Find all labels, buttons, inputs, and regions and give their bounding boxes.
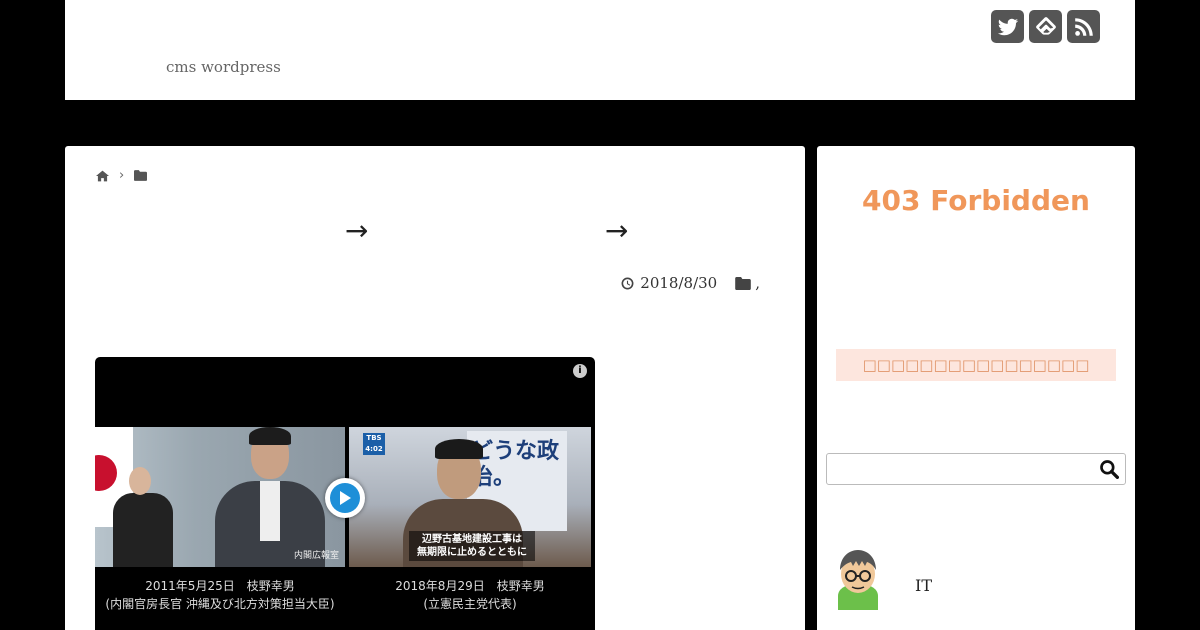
folder-icon[interactable] bbox=[134, 170, 148, 181]
breadcrumb-separator: › bbox=[119, 168, 125, 183]
video-caption-left: 2011年5月25日 枝野幸男 (内閣官房長官 沖縄及び北方対策担当大臣) bbox=[105, 579, 335, 611]
post-title: → → bbox=[95, 214, 775, 254]
home-icon[interactable] bbox=[96, 170, 109, 182]
video-frame-left: 内閣広報室 bbox=[95, 427, 345, 567]
profile-name: IT bbox=[915, 576, 932, 595]
notice-box: □□□□□□□□□□□□□□□□ bbox=[836, 349, 1116, 381]
site-tagline: cms wordpress bbox=[166, 58, 281, 76]
post-category[interactable]: , bbox=[735, 274, 760, 292]
person-image bbox=[107, 463, 177, 567]
sns-buttons bbox=[991, 10, 1100, 43]
video-frame-right: TBS 4:02 どうな政治。 辺野古基地建設工事は 無期限に止めるとともに bbox=[349, 427, 591, 567]
title-arrow: → bbox=[345, 214, 369, 247]
video-watermark: 内閣広報室 bbox=[293, 551, 339, 561]
feedly-icon bbox=[1035, 16, 1056, 35]
rss-icon bbox=[1074, 17, 1093, 36]
twitter-icon bbox=[997, 18, 1018, 35]
avatar bbox=[838, 550, 878, 610]
search-input[interactable] bbox=[833, 458, 1093, 480]
breadcrumb: › bbox=[96, 168, 148, 183]
post-date: 2018/8/30 bbox=[640, 274, 718, 292]
play-icon bbox=[340, 491, 351, 505]
search-icon[interactable] bbox=[1099, 459, 1119, 479]
rss-button[interactable] bbox=[1067, 10, 1100, 43]
person-hair bbox=[435, 439, 483, 459]
tbs-logo: TBS 4:02 bbox=[363, 433, 385, 455]
error-title: 403 Forbidden bbox=[862, 184, 1090, 217]
folder-icon bbox=[735, 276, 752, 290]
search-form bbox=[826, 453, 1126, 485]
twitter-button[interactable] bbox=[991, 10, 1024, 43]
person-image bbox=[215, 427, 325, 567]
video-caption-right: 2018年8月29日 枝野幸男 (立憲民主党代表) bbox=[395, 579, 545, 611]
clock-icon bbox=[621, 277, 634, 289]
video-overlay-caption: 辺野古基地建設工事は 無期限に止めるとともに bbox=[409, 531, 535, 561]
post-meta: 2018/8/30 , bbox=[621, 274, 760, 292]
video-ad[interactable]: i 内閣広報室 TBS 4:02 どうな政治。 辺野古基地建設工事は 無期限に止め… bbox=[95, 357, 595, 630]
ad-info-icon[interactable]: i bbox=[573, 364, 587, 378]
article-card: › → → 2018/8/30 , i 内閣広報室 TBS 4:02 どうな政治。 bbox=[65, 146, 805, 630]
play-button[interactable] bbox=[325, 478, 365, 518]
site-header: cms wordpress bbox=[65, 0, 1135, 100]
category-separator: , bbox=[755, 274, 760, 292]
title-arrow: → bbox=[605, 214, 629, 247]
sidebar: 403 Forbidden □□□□□□□□□□□□□□□□ IT bbox=[817, 146, 1135, 630]
feedly-button[interactable] bbox=[1029, 10, 1062, 43]
